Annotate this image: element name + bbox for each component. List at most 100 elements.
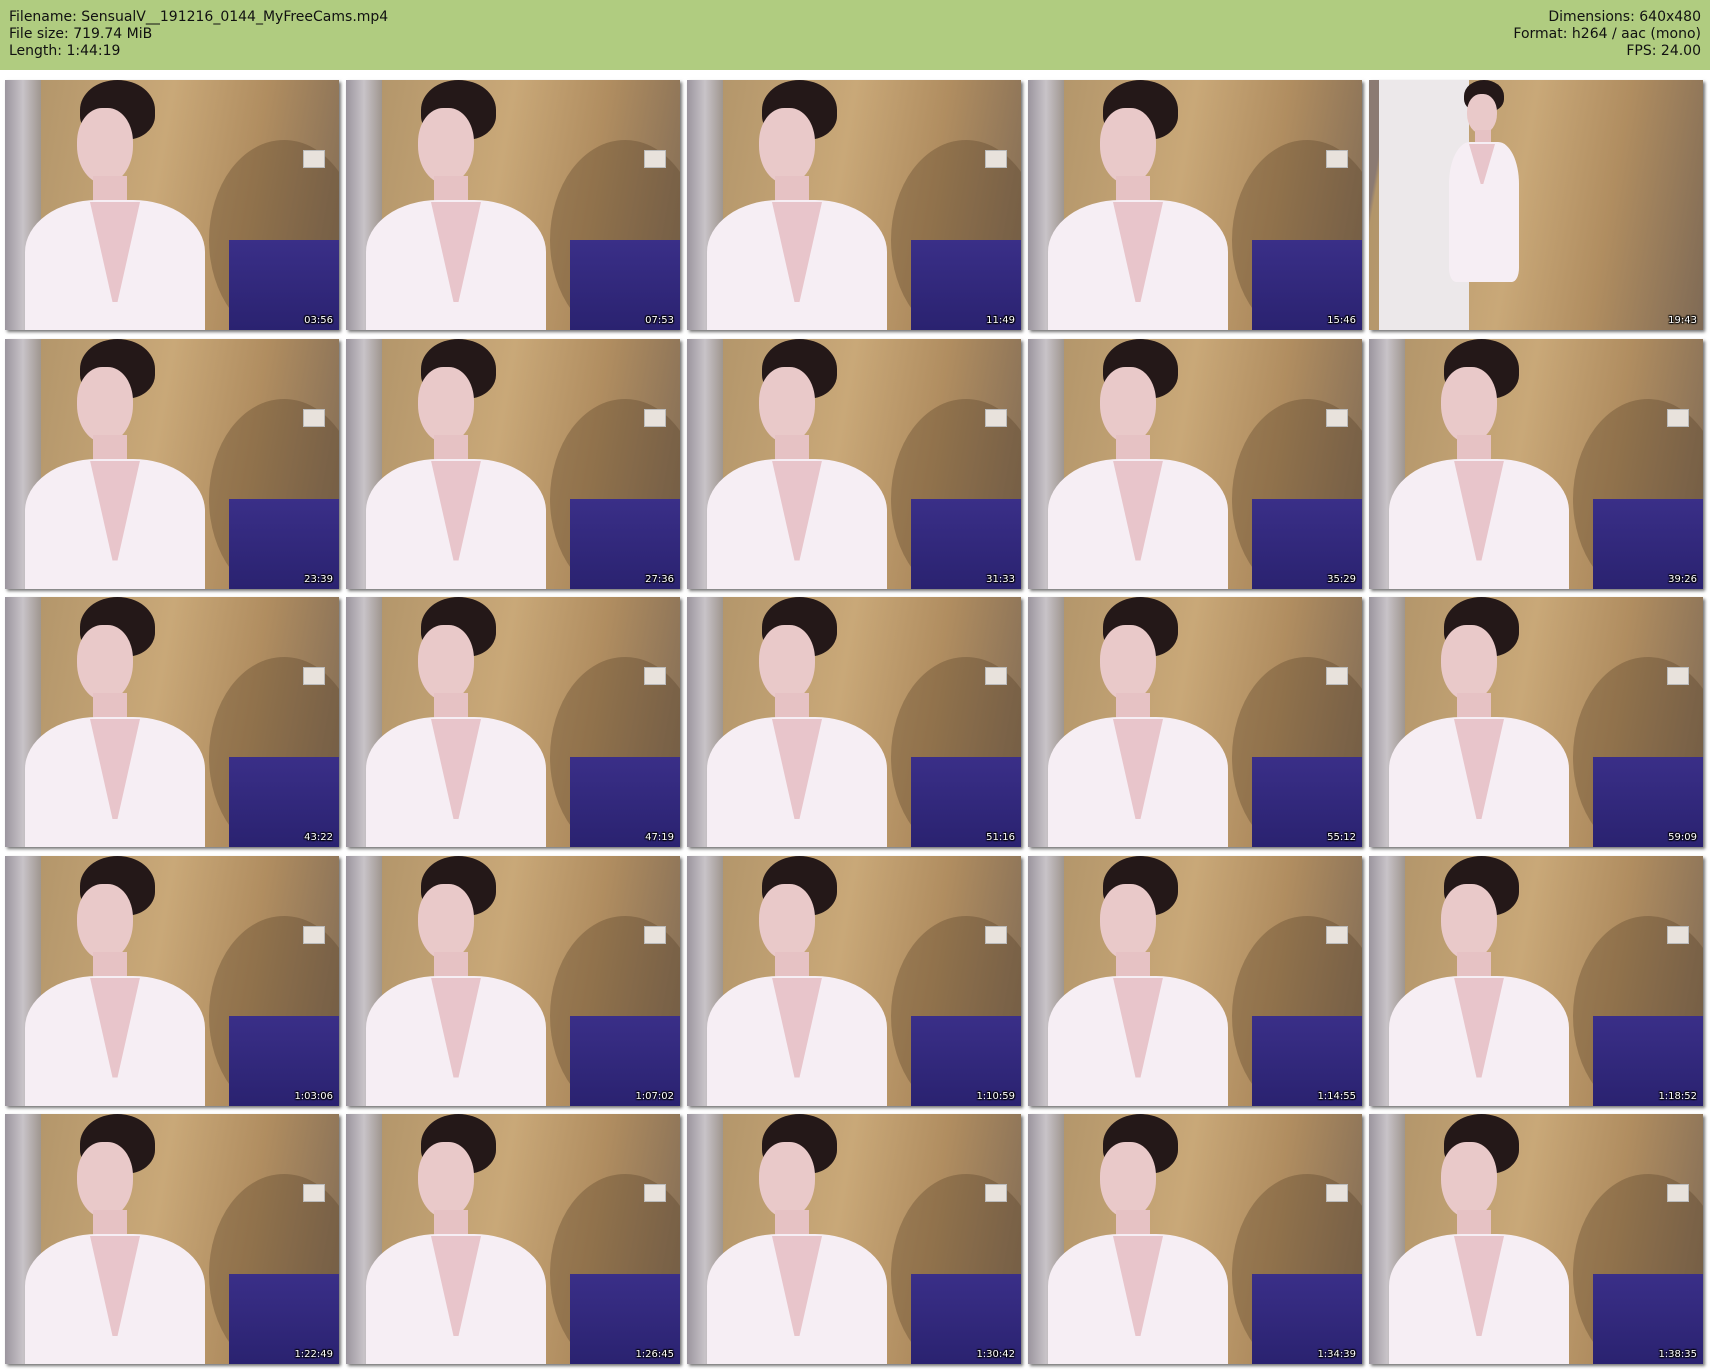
thumbnail-timestamp: 1:07:02 — [635, 1090, 674, 1102]
thumbnail-switch — [1326, 925, 1348, 944]
thumbnail-switch — [303, 925, 325, 944]
thumbnail-face — [1441, 625, 1497, 701]
thumbnail-switch — [1326, 1184, 1348, 1202]
thumbnail-timestamp: 55:12 — [1327, 832, 1356, 843]
video-thumbnail: 39:26 — [1369, 338, 1703, 589]
thumbnail-face — [418, 108, 474, 184]
video-thumbnail: 59:09 — [1369, 597, 1703, 847]
thumbnail-switch — [985, 150, 1007, 168]
thumbnail-timestamp: 1:34:39 — [1317, 1349, 1356, 1360]
thumbnail-timestamp: 47:19 — [645, 832, 674, 843]
video-thumbnail: 55:12 — [1028, 597, 1362, 847]
thumbnail-timestamp: 1:22:49 — [294, 1349, 333, 1360]
thumbnail-timestamp: 15:46 — [1327, 315, 1356, 326]
thumbnail-switch — [644, 1184, 666, 1202]
thumbnail-switch — [985, 925, 1007, 944]
thumbnail-switch — [303, 1184, 325, 1202]
fps-text: FPS: 24.00 — [1626, 43, 1701, 59]
video-thumbnail: 1:07:02 — [346, 855, 680, 1106]
thumbnail-face — [759, 366, 815, 443]
video-thumbnail: 1:38:35 — [1369, 1114, 1703, 1364]
video-thumbnail: 1:22:49 — [5, 1114, 339, 1364]
video-thumbnail: 11:49 — [687, 80, 1021, 330]
thumbnail-switch — [303, 408, 325, 427]
thumbnail-face — [759, 883, 815, 960]
info-header: Filename: SensualV__191216_0144_MyFreeCa… — [0, 0, 1710, 70]
thumbnail-switch — [303, 667, 325, 685]
thumbnail-face — [418, 1142, 474, 1218]
thumbnail-face — [1100, 108, 1156, 184]
video-thumbnail: 1:14:55 — [1028, 855, 1362, 1106]
video-thumbnail: 51:16 — [687, 597, 1021, 847]
thumbnail-timestamp: 1:26:45 — [635, 1349, 674, 1360]
video-thumbnail: 1:03:06 — [5, 855, 339, 1106]
thumbnail-timestamp: 27:36 — [645, 573, 674, 585]
thumbnail-timestamp: 51:16 — [986, 832, 1015, 843]
thumbnail-switch — [1326, 408, 1348, 427]
thumbnail-timestamp: 31:33 — [986, 573, 1015, 585]
thumbnail-face — [759, 1142, 815, 1218]
thumbnail-switch — [303, 150, 325, 168]
thumbnail-switch — [1326, 150, 1348, 168]
thumbnail-face — [759, 625, 815, 701]
thumbnail-timestamp: 1:38:35 — [1658, 1349, 1697, 1360]
info-right: Dimensions: 640x480 Format: h264 / aac (… — [1513, 9, 1701, 60]
thumbnail-timestamp: 1:14:55 — [1317, 1090, 1356, 1102]
thumbnail-timestamp: 1:18:52 — [1658, 1090, 1697, 1102]
thumbnail-face — [1100, 883, 1156, 960]
video-thumbnail: 1:18:52 — [1369, 855, 1703, 1106]
thumbnail-face — [1441, 1142, 1497, 1218]
video-thumbnail: 1:26:45 — [346, 1114, 680, 1364]
video-thumbnail: 19:43 — [1369, 80, 1703, 330]
thumbnail-timestamp: 1:03:06 — [294, 1090, 333, 1102]
thumbnail-timestamp: 03:56 — [304, 315, 333, 326]
thumbnail-face — [1441, 883, 1497, 960]
video-thumbnail: 07:53 — [346, 80, 680, 330]
thumbnail-timestamp: 23:39 — [304, 573, 333, 585]
thumbnail-timestamp: 19:43 — [1668, 315, 1697, 326]
thumbnail-switch — [644, 925, 666, 944]
thumbnail-switch — [1667, 667, 1689, 685]
video-thumbnail: 1:30:42 — [687, 1114, 1021, 1364]
thumbnail-timestamp: 59:09 — [1668, 832, 1697, 843]
video-thumbnail: 35:29 — [1028, 338, 1362, 589]
info-left: Filename: SensualV__191216_0144_MyFreeCa… — [9, 9, 388, 60]
filesize-text: File size: 719.74 MiB — [9, 26, 153, 42]
thumbnail-face — [1100, 366, 1156, 443]
thumbnail-switch — [985, 667, 1007, 685]
thumbnail-grid: 03:56 07:53 11:49 15:46 19:43 23:39 27:36 31:33… — [5, 80, 1705, 1365]
video-thumbnail: 27:36 — [346, 338, 680, 589]
video-thumbnail: 43:22 — [5, 597, 339, 847]
thumbnail-timestamp: 11:49 — [986, 315, 1015, 326]
thumbnail-timestamp: 1:30:42 — [976, 1349, 1015, 1360]
thumbnail-timestamp: 1:10:59 — [976, 1090, 1015, 1102]
video-thumbnail: 03:56 — [5, 80, 339, 330]
thumbnail-face — [418, 883, 474, 960]
thumbnail-face — [1100, 625, 1156, 701]
video-thumbnail: 1:34:39 — [1028, 1114, 1362, 1364]
thumbnail-face — [77, 108, 133, 184]
dimensions-text: Dimensions: 640x480 — [1548, 9, 1701, 25]
thumbnail-switch — [1667, 925, 1689, 944]
thumbnail-timestamp: 39:26 — [1668, 573, 1697, 585]
length-text: Length: 1:44:19 — [9, 43, 121, 59]
thumbnail-face — [77, 883, 133, 960]
thumbnail-switch — [644, 667, 666, 685]
thumbnail-timestamp: 35:29 — [1327, 573, 1356, 585]
thumbnail-face — [1467, 94, 1497, 134]
thumbnail-switch — [1326, 667, 1348, 685]
thumbnail-switch — [644, 150, 666, 168]
thumbnail-timestamp: 07:53 — [645, 315, 674, 326]
thumbnail-face — [1100, 1142, 1156, 1218]
thumbnail-switch — [1667, 1184, 1689, 1202]
video-thumbnail: 15:46 — [1028, 80, 1362, 330]
thumbnail-face — [77, 366, 133, 443]
video-thumbnail: 23:39 — [5, 338, 339, 589]
thumbnail-timestamp: 43:22 — [304, 832, 333, 843]
thumbnail-face — [759, 108, 815, 184]
thumbnail-face — [77, 625, 133, 701]
format-text: Format: h264 / aac (mono) — [1513, 26, 1701, 42]
thumbnail-face — [1441, 366, 1497, 443]
thumbnail-switch — [1667, 408, 1689, 427]
video-thumbnail: 31:33 — [687, 338, 1021, 589]
